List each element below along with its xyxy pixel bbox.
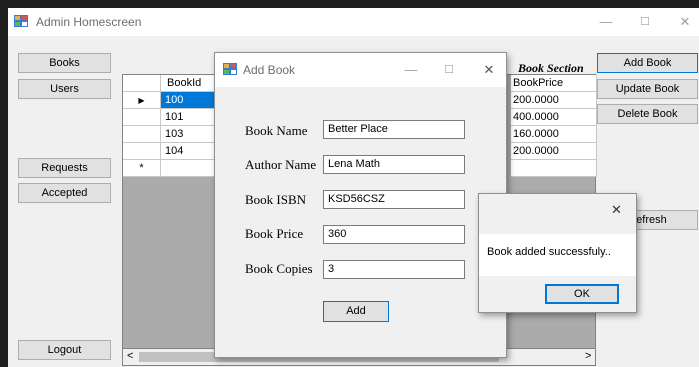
row-header xyxy=(123,143,161,160)
maximize-button[interactable]: ☐ xyxy=(633,12,657,32)
table-cell[interactable]: 200.0000 xyxy=(511,92,597,109)
dialog-title-bar: Add Book — ☐ ✕ xyxy=(215,53,506,87)
row-header-corner xyxy=(123,75,161,92)
table-cell[interactable]: 160.0000 xyxy=(511,126,597,143)
accepted-button[interactable]: Accepted xyxy=(18,183,111,203)
row-header xyxy=(123,126,161,143)
delete-book-button[interactable]: Delete Book xyxy=(597,104,698,124)
book-name-label: Book Name xyxy=(245,123,308,138)
book-isbn-label: Book ISBN xyxy=(245,192,307,207)
success-message-box: ✕ Book added successfuly.. OK xyxy=(478,193,637,313)
minimize-button[interactable]: — xyxy=(594,12,618,32)
row-header xyxy=(123,109,161,126)
dialog-maximize-button[interactable]: ☐ xyxy=(437,60,461,80)
column-header-bookprice[interactable]: BookPrice xyxy=(511,75,597,92)
logout-button[interactable]: Logout xyxy=(18,340,111,360)
author-name-field[interactable]: Lena Math xyxy=(323,155,465,174)
users-button[interactable]: Users xyxy=(18,79,111,99)
table-cell[interactable]: 400.0000 xyxy=(511,109,597,126)
requests-button[interactable]: Requests xyxy=(18,158,111,178)
add-book-dialog: Add Book — ☐ ✕ Book Name Better Place Au… xyxy=(214,52,507,358)
dialog-close-button[interactable]: ✕ xyxy=(477,60,501,80)
app-icon xyxy=(223,63,237,75)
book-copies-field[interactable]: 3 xyxy=(323,260,465,279)
app-icon xyxy=(14,15,28,27)
scroll-left-arrow[interactable]: < xyxy=(127,350,133,362)
book-price-field[interactable]: 360 xyxy=(323,225,465,244)
ok-button[interactable]: OK xyxy=(545,284,619,304)
book-name-field[interactable]: Better Place xyxy=(323,120,465,139)
main-window: Admin Homescreen — ☐ ✕ Books Users Reque… xyxy=(8,8,699,367)
update-book-button[interactable]: Update Book xyxy=(597,79,698,99)
table-cell[interactable] xyxy=(511,160,597,177)
dialog-title: Add Book xyxy=(243,63,296,77)
table-cell[interactable]: 200.0000 xyxy=(511,143,597,160)
add-book-button[interactable]: Add Book xyxy=(597,53,698,73)
author-name-label: Author Name xyxy=(245,157,317,172)
scroll-right-arrow[interactable]: > xyxy=(585,350,591,362)
close-button[interactable]: ✕ xyxy=(673,12,697,32)
book-price-label: Book Price xyxy=(245,226,304,241)
book-copies-label: Book Copies xyxy=(245,261,313,276)
books-button[interactable]: Books xyxy=(18,53,111,73)
dialog-minimize-button[interactable]: — xyxy=(399,60,423,80)
message-close-button[interactable]: ✕ xyxy=(611,202,622,218)
current-row-indicator: ▶ xyxy=(123,92,161,109)
title-bar: Admin Homescreen — ☐ ✕ xyxy=(8,8,699,36)
new-row-indicator: * xyxy=(123,160,161,177)
message-text: Book added successfuly.. xyxy=(487,246,611,258)
book-isbn-field[interactable]: KSD56CSZ xyxy=(323,190,465,209)
message-body: Book added successfuly.. xyxy=(479,234,636,276)
add-button[interactable]: Add xyxy=(323,301,389,322)
window-title: Admin Homescreen xyxy=(36,15,142,29)
